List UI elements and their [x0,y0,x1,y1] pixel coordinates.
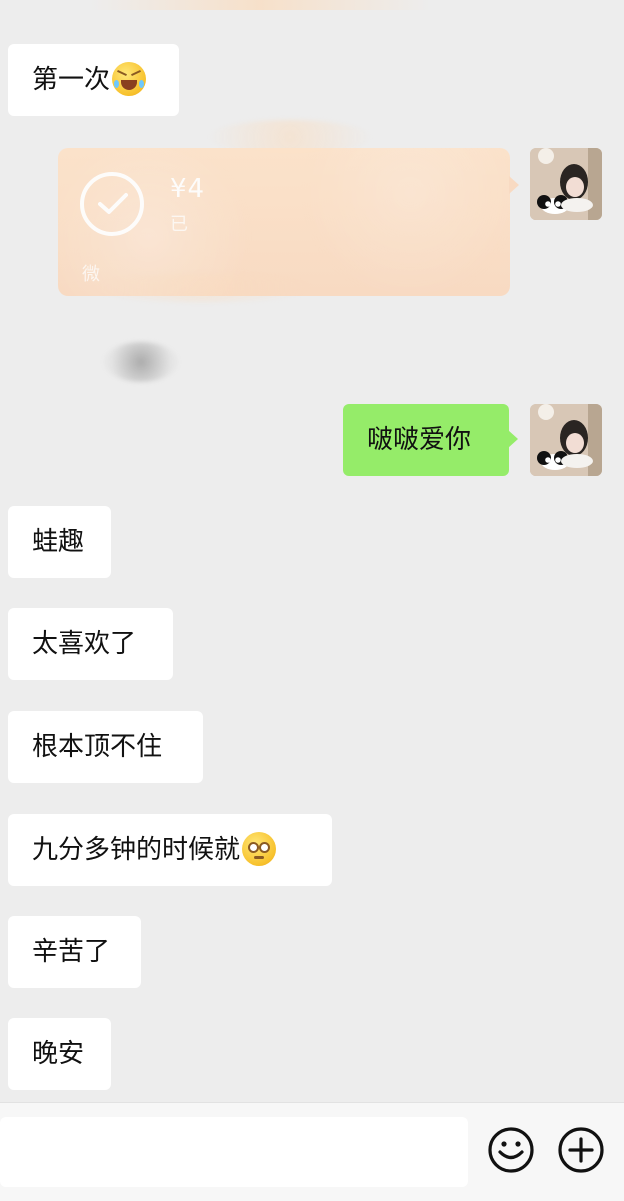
transfer-status: 已 [170,214,188,235]
message-text: 九分多钟的时候就 [32,835,241,865]
smile-face-icon[interactable] [486,1125,536,1175]
plus-icon[interactable] [556,1125,606,1175]
message-text: 啵啵爱你 [367,425,472,455]
message-bubble-incoming[interactable]: 太喜欢了 [8,608,173,680]
transfer-footer: 微 [82,264,100,285]
transfer-amount: ¥4 [170,174,206,204]
check-circle-icon [80,172,144,236]
message-text: 蛙趣 [32,527,85,557]
message-bubble-incoming[interactable]: 蛙趣 [8,506,111,578]
crying-face-icon [112,61,147,96]
blurred-area [104,342,178,382]
avatar[interactable] [530,404,602,476]
chat-thread: 第一次 ¥4 已 微 啵啵爱你 蛙趣 太喜欢了 根本顶不住 九分多钟的时候就 辛… [0,0,624,1102]
message-bubble-incoming[interactable]: 第一次 [8,44,179,116]
message-text: 第一次 [32,65,111,95]
message-text: 太喜欢了 [32,629,137,659]
transfer-card[interactable]: ¥4 已 微 [58,148,519,296]
message-bubble-outgoing[interactable]: 啵啵爱你 [343,404,518,476]
blurred-area [92,274,312,302]
pleading-face-icon [242,831,277,866]
message-bubble-incoming[interactable]: 晚安 [8,1018,111,1090]
message-input[interactable] [0,1117,468,1187]
message-bubble-incoming[interactable]: 九分多钟的时候就 [8,814,332,886]
avatar[interactable] [530,148,602,220]
message-text: 晚安 [32,1039,85,1069]
chat-input-bar [0,1102,624,1201]
message-text: 辛苦了 [32,937,111,967]
message-text: 根本顶不住 [32,732,163,762]
message-bubble-incoming[interactable]: 辛苦了 [8,916,141,988]
message-bubble-incoming[interactable]: 根本顶不住 [8,711,203,783]
